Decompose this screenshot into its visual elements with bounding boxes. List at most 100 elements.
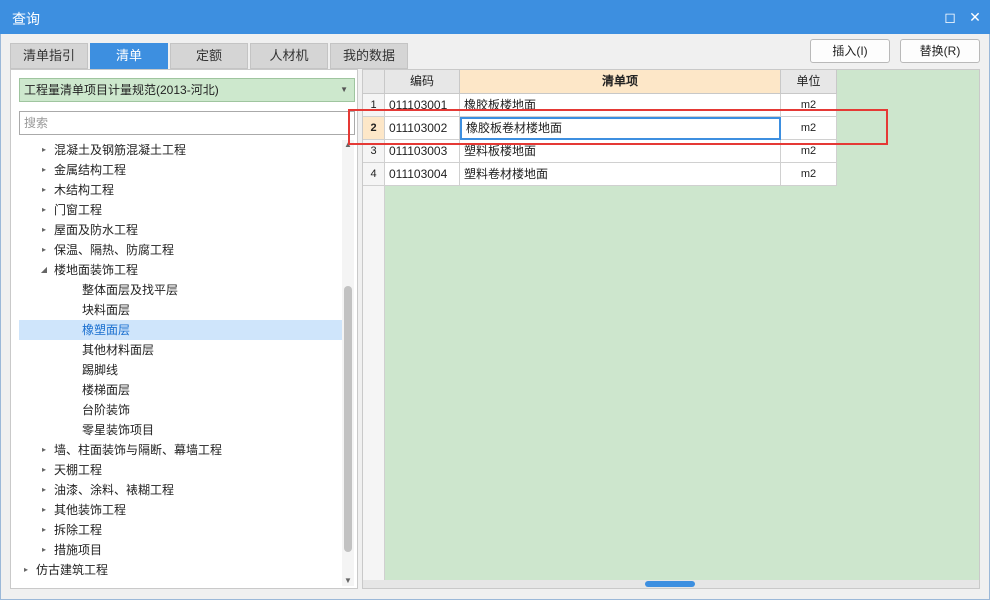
expand-icon[interactable]: ▸ — [39, 520, 49, 540]
table-row[interactable]: 2 011103002 橡胶板卷材楼地面 m2 — [363, 117, 837, 140]
tree-item[interactable]: 橡塑面层 — [19, 320, 342, 340]
expand-icon[interactable]: ▸ — [39, 240, 49, 260]
grid-header: 编码 清单项 单位 — [363, 70, 837, 94]
expand-icon[interactable]: ▸ — [39, 140, 49, 160]
unit-cell[interactable]: m2 — [781, 94, 837, 117]
scroll-grip[interactable] — [645, 581, 695, 587]
collapse-icon[interactable]: ◢ — [39, 260, 49, 280]
expand-icon[interactable]: ▸ — [39, 200, 49, 220]
item-name-cell[interactable]: 塑料板楼地面 — [460, 140, 781, 163]
horizontal-scrollbar[interactable] — [363, 580, 979, 588]
table-row[interactable]: 4 011103004 塑料卷材楼地面 m2 — [363, 163, 837, 186]
column-header-item[interactable]: 清单项 — [460, 70, 781, 94]
tree-item[interactable]: 台阶装饰 — [19, 400, 342, 420]
code-cell[interactable]: 011103004 — [385, 163, 460, 186]
tree-item-label: 屋面及防水工程 — [54, 223, 139, 237]
tree-item-label: 门窗工程 — [54, 203, 103, 217]
tab-my-data[interactable]: 我的数据 — [330, 43, 408, 69]
tree-item[interactable]: 块料面层 — [19, 300, 342, 320]
category-tree: ▸ 混凝土及钢筋混凝土工程 ▸ 金属结构工程 ▸ 木结构工程 ▸ 门窗工程 ▸ 屋面及防水工程 ▸ 保… — [19, 140, 342, 584]
tree-item-label: 楼梯面层 — [82, 383, 131, 397]
item-name-cell[interactable]: 橡胶板楼地面 — [460, 94, 781, 117]
tab-guide[interactable]: 清单指引 — [10, 43, 88, 69]
unit-cell[interactable]: m2 — [781, 140, 837, 163]
tree-item-label: 拆除工程 — [54, 523, 103, 537]
expand-icon[interactable]: ▸ — [39, 540, 49, 560]
expand-icon[interactable]: ▸ — [39, 160, 49, 180]
tab-labor-material[interactable]: 人材机 — [250, 43, 328, 69]
row-number: 4 — [363, 163, 385, 186]
dropdown-arrow-icon[interactable]: ▼ — [340, 79, 348, 101]
tree-item[interactable]: ▸ 仿古建筑工程 — [19, 560, 342, 580]
unit-cell[interactable]: m2 — [781, 163, 837, 186]
expand-icon[interactable]: ▸ — [39, 460, 49, 480]
tree-item[interactable]: ▸ 屋面及防水工程 — [19, 220, 342, 240]
restore-icon[interactable]: ◻ — [941, 8, 959, 26]
expand-icon[interactable]: ▸ — [21, 560, 31, 580]
row-number: 3 — [363, 140, 385, 163]
tree-item-label: 木结构工程 — [54, 183, 115, 197]
tree-item-label: 整体面层及找平层 — [82, 283, 179, 297]
expand-icon[interactable]: ▸ — [39, 440, 49, 460]
tree-item[interactable]: 踢脚线 — [19, 360, 342, 380]
tree-item[interactable]: ▸ 油漆、涂料、裱糊工程 — [19, 480, 342, 500]
row-number: 2 — [363, 117, 385, 140]
tree-item[interactable]: ▸ 保温、隔热、防腐工程 — [19, 240, 342, 260]
scroll-down-icon[interactable]: ▼ — [342, 576, 354, 586]
tree-item[interactable]: ▸ 天棚工程 — [19, 460, 342, 480]
tree-item[interactable]: ▸ 木结构工程 — [19, 180, 342, 200]
window-title: 查询 — [12, 11, 40, 27]
expand-icon[interactable]: ▸ — [39, 480, 49, 500]
tree-item-label: 块料面层 — [82, 303, 131, 317]
tree-item[interactable]: 整体面层及找平层 — [19, 280, 342, 300]
code-cell[interactable]: 011103002 — [385, 117, 460, 140]
spec-select[interactable]: 工程量清单项目计量规范(2013-河北) ▼ — [19, 78, 355, 102]
insert-button[interactable]: 插入(I) — [810, 39, 890, 63]
search-input[interactable] — [19, 111, 355, 135]
category-pane: 工程量清单项目计量规范(2013-河北) ▼ ▸ 混凝土及钢筋混凝土工程 ▸ 金属结构… — [10, 69, 358, 589]
tree-item-label: 金属结构工程 — [54, 163, 127, 177]
item-name-cell[interactable]: 橡胶板卷材楼地面 — [460, 117, 781, 140]
code-cell[interactable]: 011103001 — [385, 94, 460, 117]
column-header-code[interactable]: 编码 — [385, 70, 460, 94]
tree-item[interactable]: ▸ 门窗工程 — [19, 200, 342, 220]
tree-item[interactable]: ◢ 楼地面装饰工程 — [19, 260, 342, 280]
close-icon[interactable]: ✕ — [966, 8, 984, 26]
tree-item-label: 其他材料面层 — [82, 343, 155, 357]
item-name-cell[interactable]: 塑料卷材楼地面 — [460, 163, 781, 186]
tree-scrollbar[interactable]: ▲ ▼ — [342, 140, 354, 586]
expand-icon[interactable]: ▸ — [39, 220, 49, 240]
tree-item-label: 措施项目 — [54, 543, 103, 557]
scroll-thumb[interactable] — [344, 286, 352, 552]
column-header-unit[interactable]: 单位 — [781, 70, 837, 94]
bill-grid: 编码 清单项 单位 1 011103001 橡胶板楼地面 m2 2 011103002 橡胶… — [362, 69, 980, 589]
replace-button[interactable]: 替换(R) — [900, 39, 980, 63]
tree-item[interactable]: ▸ 混凝土及钢筋混凝土工程 — [19, 140, 342, 160]
tree-item-label: 混凝土及钢筋混凝土工程 — [54, 143, 187, 157]
expand-icon[interactable]: ▸ — [39, 180, 49, 200]
tree-item[interactable]: 零星装饰项目 — [19, 420, 342, 440]
code-cell[interactable]: 011103003 — [385, 140, 460, 163]
tab-bill[interactable]: 清单 — [90, 43, 168, 69]
table-row[interactable]: 1 011103001 橡胶板楼地面 m2 — [363, 94, 837, 117]
tree-item[interactable]: ▸ 金属结构工程 — [19, 160, 342, 180]
unit-cell[interactable]: m2 — [781, 117, 837, 140]
tab-quota[interactable]: 定额 — [170, 43, 248, 69]
table-row[interactable]: 3 011103003 塑料板楼地面 m2 — [363, 140, 837, 163]
tree-item-label: 零星装饰项目 — [82, 423, 155, 437]
tree-item-label: 踢脚线 — [82, 363, 119, 377]
tree-item[interactable]: ▸ 墙、柱面装饰与隔断、幕墙工程 — [19, 440, 342, 460]
row-number-header — [363, 70, 385, 94]
tree-item-label: 橡塑面层 — [82, 323, 131, 337]
expand-icon[interactable]: ▸ — [39, 500, 49, 520]
tree-item[interactable]: 其他材料面层 — [19, 340, 342, 360]
row-number: 1 — [363, 94, 385, 117]
tree-item-label: 油漆、涂料、裱糊工程 — [54, 483, 175, 497]
tree-item-label: 楼地面装饰工程 — [54, 263, 139, 277]
tree-item[interactable]: ▸ 拆除工程 — [19, 520, 342, 540]
scroll-up-icon[interactable]: ▲ — [342, 140, 354, 150]
tree-item-label: 其他装饰工程 — [54, 503, 127, 517]
tree-item[interactable]: 楼梯面层 — [19, 380, 342, 400]
tree-item[interactable]: ▸ 措施项目 — [19, 540, 342, 560]
tree-item[interactable]: ▸ 其他装饰工程 — [19, 500, 342, 520]
